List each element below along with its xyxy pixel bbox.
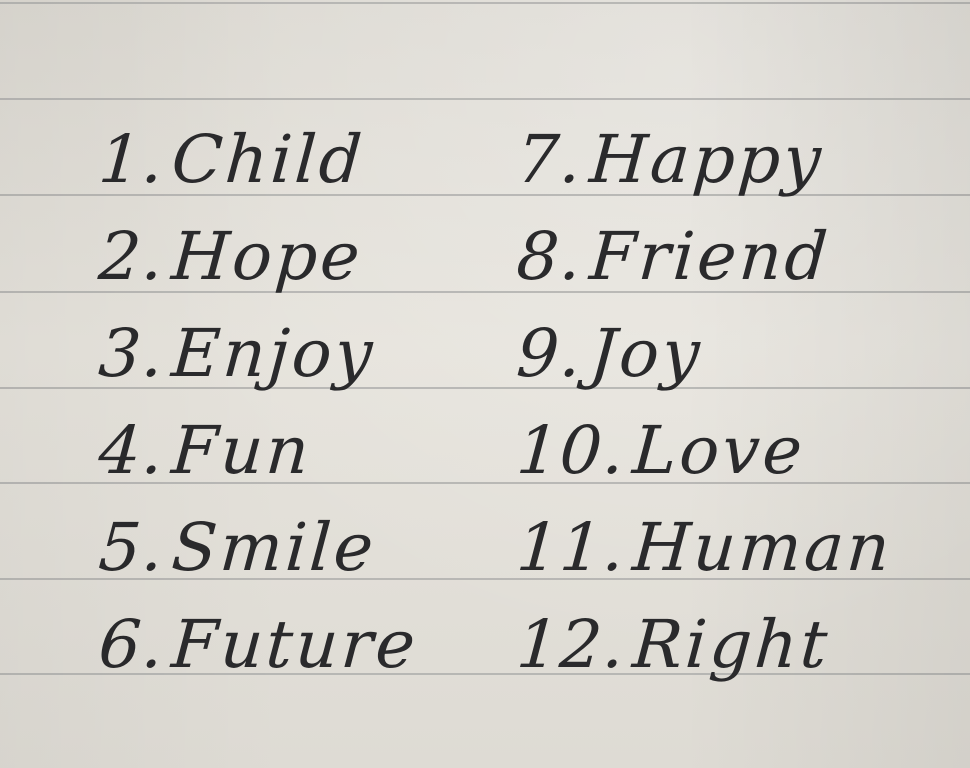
word-list-left: 1. Child 2. Hope 3. Enjoy 4. Fun 5. Smil… — [96, 96, 420, 683]
item-word: Right — [630, 606, 833, 683]
item-word: Happy — [587, 121, 827, 198]
list-item: 6. Future — [96, 581, 423, 683]
item-number: 10. — [514, 412, 628, 489]
item-word: Friend — [587, 218, 833, 295]
ruled-line — [0, 2, 970, 4]
item-word: Child — [169, 121, 368, 198]
list-item: 4. Fun — [96, 387, 423, 489]
item-word: Hope — [169, 218, 366, 295]
list-item: 12. Right — [514, 581, 897, 683]
notebook-page: 1. Child 2. Hope 3. Enjoy 4. Fun 5. Smil… — [0, 0, 970, 768]
item-number: 6. — [96, 606, 167, 683]
list-item: 9. Joy — [514, 290, 897, 392]
list-item: 3. Enjoy — [96, 290, 423, 392]
list-item: 7. Happy — [514, 96, 897, 198]
list-item: 10. Love — [514, 387, 897, 489]
item-word: Joy — [587, 315, 706, 392]
item-number: 2. — [96, 218, 167, 295]
list-item: 2. Hope — [96, 193, 423, 295]
word-list-right: 7. Happy 8. Friend 9. Joy 10. Love 11. H… — [514, 96, 895, 683]
item-word: Smile — [169, 509, 379, 586]
list-item: 5. Smile — [96, 484, 423, 586]
item-number: 11. — [514, 509, 628, 586]
item-number: 1. — [96, 121, 167, 198]
item-word: Human — [630, 509, 896, 586]
list-item: 11. Human — [514, 484, 897, 586]
item-number: 3. — [96, 315, 167, 392]
item-number: 9. — [514, 315, 585, 392]
item-number: 12. — [514, 606, 628, 683]
item-number: 8. — [514, 218, 585, 295]
list-item: 8. Friend — [514, 193, 897, 295]
item-word: Fun — [169, 412, 315, 489]
list-item: 1. Child — [96, 96, 423, 198]
item-word: Future — [169, 606, 421, 683]
item-word: Love — [630, 412, 808, 489]
item-number: 7. — [514, 121, 585, 198]
item-number: 4. — [96, 412, 167, 489]
item-number: 5. — [96, 509, 167, 586]
item-word: Enjoy — [169, 315, 378, 392]
